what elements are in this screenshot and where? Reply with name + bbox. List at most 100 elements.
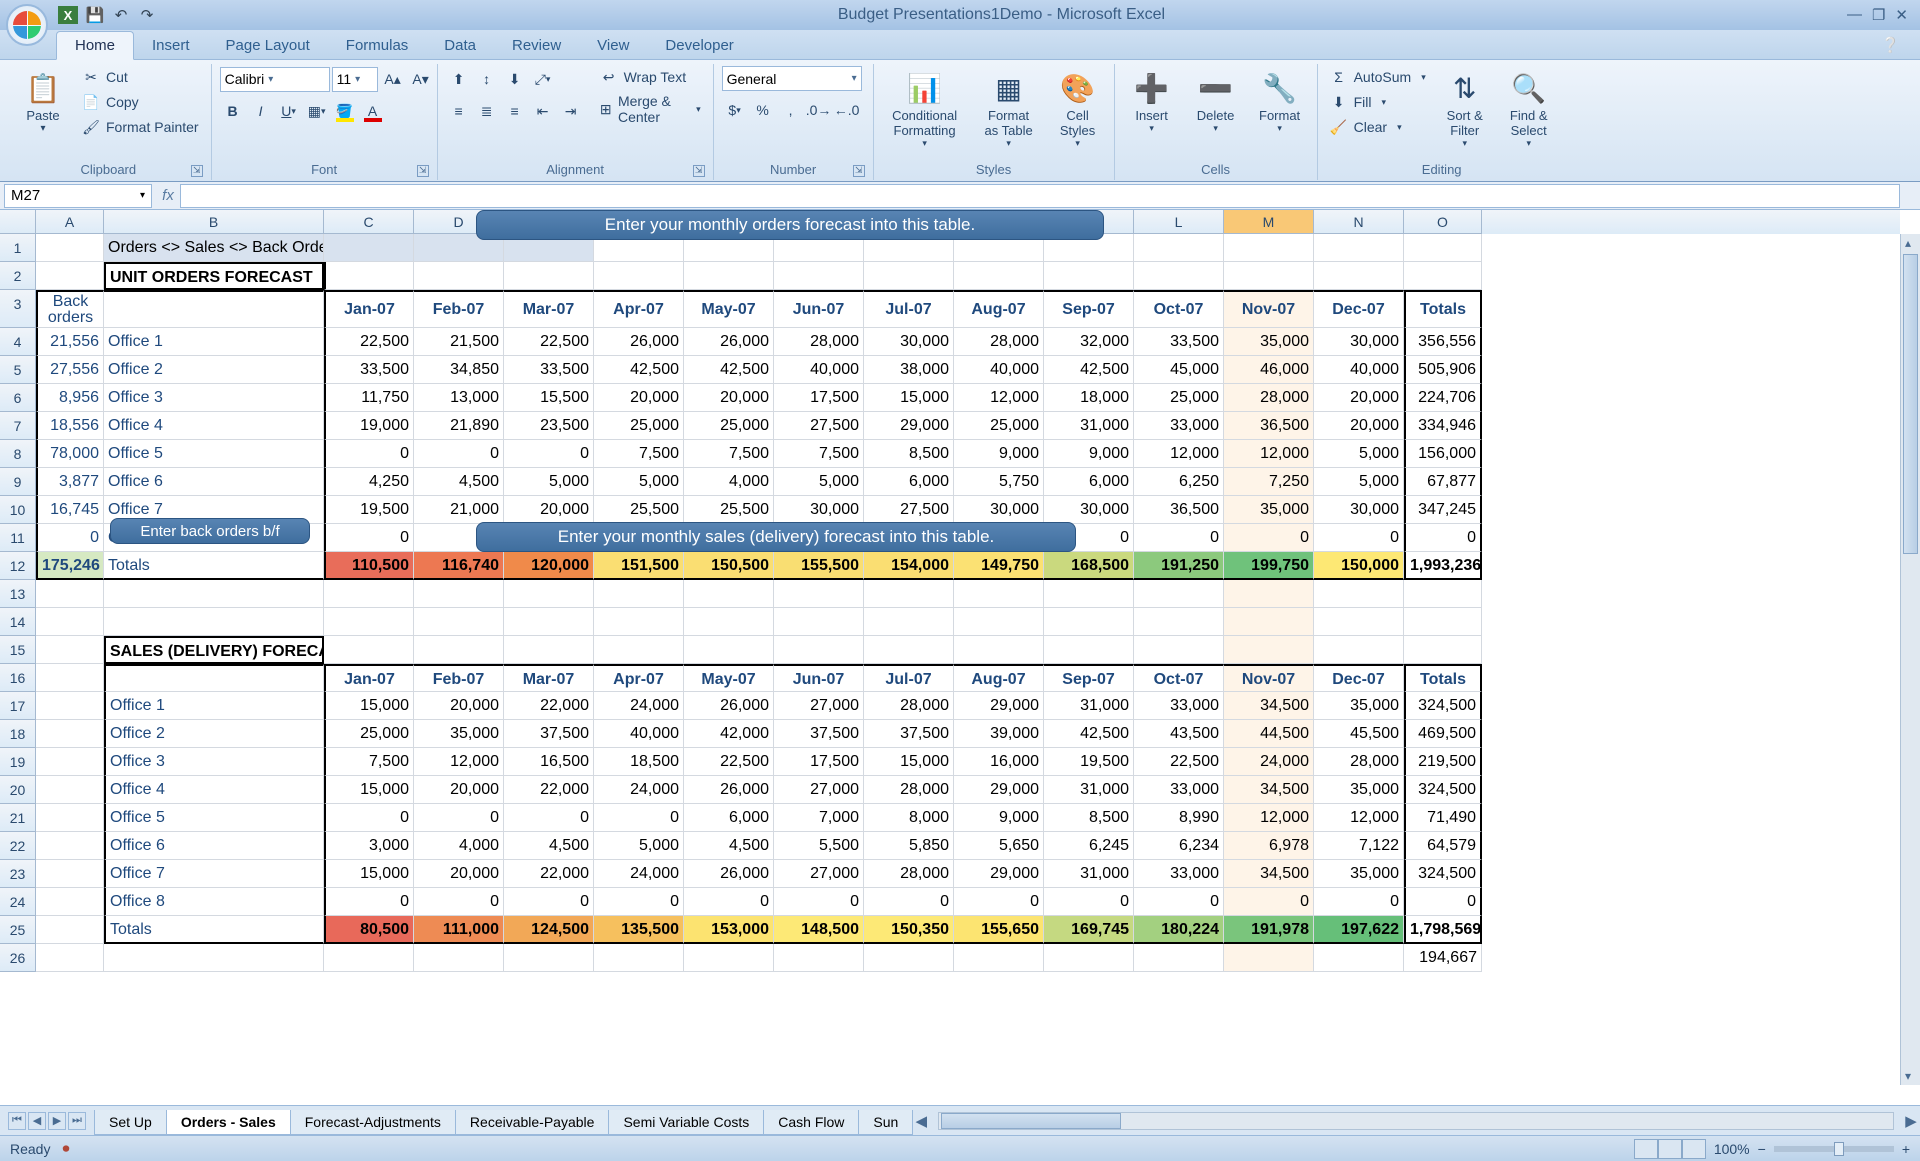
shrink-font-button[interactable]: A▾ bbox=[408, 66, 434, 92]
border-button[interactable]: ▦▾ bbox=[304, 98, 330, 124]
cell-D9[interactable]: 4,500 bbox=[414, 468, 504, 496]
row-header-9[interactable]: 9 bbox=[0, 468, 36, 496]
cell-F22[interactable]: 5,000 bbox=[594, 832, 684, 860]
cell-M14[interactable] bbox=[1224, 608, 1314, 636]
cell-G7[interactable]: 25,000 bbox=[684, 412, 774, 440]
name-box[interactable]: M27▾ bbox=[4, 184, 152, 208]
cell-D10[interactable]: 21,000 bbox=[414, 496, 504, 524]
cell-J23[interactable]: 29,000 bbox=[954, 860, 1044, 888]
cell-B9[interactable]: Office 6 bbox=[104, 468, 324, 496]
cell-L22[interactable]: 6,234 bbox=[1134, 832, 1224, 860]
cell-D7[interactable]: 21,890 bbox=[414, 412, 504, 440]
tab-formulas[interactable]: Formulas bbox=[328, 32, 427, 59]
cell-G20[interactable]: 26,000 bbox=[684, 776, 774, 804]
cell-M12[interactable]: 199,750 bbox=[1224, 552, 1314, 580]
cell-N1[interactable] bbox=[1314, 234, 1404, 262]
vscroll-thumb[interactable] bbox=[1903, 254, 1918, 554]
cell-B21[interactable]: Office 5 bbox=[104, 804, 324, 832]
cell-M24[interactable]: 0 bbox=[1224, 888, 1314, 916]
cell-A8[interactable]: 78,000 bbox=[36, 440, 104, 468]
cell-C22[interactable]: 3,000 bbox=[324, 832, 414, 860]
sheet-nav-prev[interactable]: ◀ bbox=[28, 1112, 46, 1130]
cell-H2[interactable] bbox=[774, 262, 864, 290]
cell-A17[interactable] bbox=[36, 692, 104, 720]
cell-G12[interactable]: 150,500 bbox=[684, 552, 774, 580]
format-painter-button[interactable]: 🖌Format Painter bbox=[78, 116, 203, 138]
cell-O18[interactable]: 469,500 bbox=[1404, 720, 1482, 748]
cell-J6[interactable]: 12,000 bbox=[954, 384, 1044, 412]
zoom-in[interactable]: + bbox=[1902, 1141, 1910, 1157]
cell-C19[interactable]: 7,500 bbox=[324, 748, 414, 776]
cell-L25[interactable]: 180,224 bbox=[1134, 916, 1224, 944]
format-cells-button[interactable]: 🔧Format▾ bbox=[1251, 66, 1309, 138]
format-table-button[interactable]: ▦Format as Table▾ bbox=[974, 66, 1044, 153]
col-header-L[interactable]: L bbox=[1134, 210, 1224, 234]
cell-C26[interactable] bbox=[324, 944, 414, 972]
cell-M25[interactable]: 191,978 bbox=[1224, 916, 1314, 944]
cell-G15[interactable] bbox=[684, 636, 774, 664]
font-color-button[interactable]: A bbox=[360, 98, 386, 124]
cell-H23[interactable]: 27,000 bbox=[774, 860, 864, 888]
cell-L23[interactable]: 33,000 bbox=[1134, 860, 1224, 888]
cell-styles-button[interactable]: 🎨Cell Styles▾ bbox=[1050, 66, 1106, 153]
cell-L21[interactable]: 8,990 bbox=[1134, 804, 1224, 832]
cell-B5[interactable]: Office 2 bbox=[104, 356, 324, 384]
cell-B16[interactable] bbox=[104, 664, 324, 692]
cell-I3[interactable]: Jul-07 bbox=[864, 290, 954, 328]
row-header-6[interactable]: 6 bbox=[0, 384, 36, 412]
cell-N25[interactable]: 197,622 bbox=[1314, 916, 1404, 944]
cell-G18[interactable]: 42,000 bbox=[684, 720, 774, 748]
wrap-text-button[interactable]: ↩Wrap Text bbox=[596, 66, 705, 88]
cell-O2[interactable] bbox=[1404, 262, 1482, 290]
cell-C11[interactable]: 0 bbox=[324, 524, 414, 552]
cell-F16[interactable]: Apr-07 bbox=[594, 664, 684, 692]
cell-B6[interactable]: Office 3 bbox=[104, 384, 324, 412]
cell-B24[interactable]: Office 8 bbox=[104, 888, 324, 916]
row-header-13[interactable]: 13 bbox=[0, 580, 36, 608]
cell-I25[interactable]: 150,350 bbox=[864, 916, 954, 944]
cell-E2[interactable] bbox=[504, 262, 594, 290]
cell-K6[interactable]: 18,000 bbox=[1044, 384, 1134, 412]
cell-H25[interactable]: 148,500 bbox=[774, 916, 864, 944]
cell-C1[interactable] bbox=[324, 234, 414, 262]
sheet-tab-forecast-adjustments[interactable]: Forecast-Adjustments bbox=[290, 1110, 456, 1135]
cell-A24[interactable] bbox=[36, 888, 104, 916]
cell-M17[interactable]: 34,500 bbox=[1224, 692, 1314, 720]
hscroll[interactable] bbox=[938, 1112, 1894, 1130]
cell-A19[interactable] bbox=[36, 748, 104, 776]
cell-I17[interactable]: 28,000 bbox=[864, 692, 954, 720]
col-header-B[interactable]: B bbox=[104, 210, 324, 234]
cell-D12[interactable]: 116,740 bbox=[414, 552, 504, 580]
underline-button[interactable]: U▾ bbox=[276, 98, 302, 124]
cell-I12[interactable]: 154,000 bbox=[864, 552, 954, 580]
cell-B18[interactable]: Office 2 bbox=[104, 720, 324, 748]
cell-I15[interactable] bbox=[864, 636, 954, 664]
fx-icon[interactable]: fx bbox=[156, 187, 180, 204]
cell-F7[interactable]: 25,000 bbox=[594, 412, 684, 440]
cell-N2[interactable] bbox=[1314, 262, 1404, 290]
cell-H6[interactable]: 17,500 bbox=[774, 384, 864, 412]
cell-L18[interactable]: 43,500 bbox=[1134, 720, 1224, 748]
cell-B1[interactable]: Orders <> Sales <> Back Orders (Units) bbox=[104, 234, 324, 262]
cell-C3[interactable]: Jan-07 bbox=[324, 290, 414, 328]
cell-K3[interactable]: Sep-07 bbox=[1044, 290, 1134, 328]
cell-J8[interactable]: 9,000 bbox=[954, 440, 1044, 468]
cell-C5[interactable]: 33,500 bbox=[324, 356, 414, 384]
clear-button[interactable]: 🧹Clear▾ bbox=[1326, 116, 1430, 138]
row-header-14[interactable]: 14 bbox=[0, 608, 36, 636]
tab-data[interactable]: Data bbox=[426, 32, 494, 59]
cell-J22[interactable]: 5,650 bbox=[954, 832, 1044, 860]
cell-D4[interactable]: 21,500 bbox=[414, 328, 504, 356]
cell-A10[interactable]: 16,745 bbox=[36, 496, 104, 524]
align-left-button[interactable]: ≡ bbox=[446, 98, 472, 124]
cell-A18[interactable] bbox=[36, 720, 104, 748]
cell-N22[interactable]: 7,122 bbox=[1314, 832, 1404, 860]
cell-N21[interactable]: 12,000 bbox=[1314, 804, 1404, 832]
alignment-launcher[interactable]: ⇲ bbox=[693, 165, 705, 177]
cell-L24[interactable]: 0 bbox=[1134, 888, 1224, 916]
cell-L12[interactable]: 191,250 bbox=[1134, 552, 1224, 580]
cell-O23[interactable]: 324,500 bbox=[1404, 860, 1482, 888]
cell-N5[interactable]: 40,000 bbox=[1314, 356, 1404, 384]
cell-C12[interactable]: 110,500 bbox=[324, 552, 414, 580]
cell-F15[interactable] bbox=[594, 636, 684, 664]
